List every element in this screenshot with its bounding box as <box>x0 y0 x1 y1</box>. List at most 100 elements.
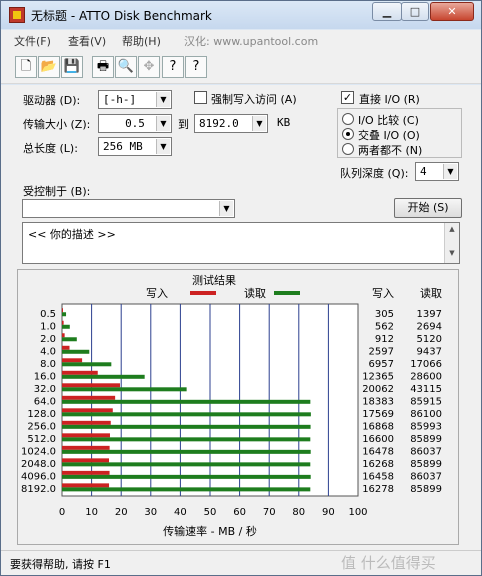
print-preview-icon[interactable]: 🔍 <box>115 56 137 78</box>
write-bar <box>62 433 110 438</box>
read-bar <box>62 437 311 442</box>
category-label: 8192.0 <box>21 484 56 495</box>
open-folder-icon[interactable]: 📂 <box>38 56 60 78</box>
read-value: 85915 <box>410 396 442 407</box>
io-compare-radio[interactable] <box>342 113 354 125</box>
transfer-to-select[interactable]: 8192.0 ▼ <box>194 114 268 133</box>
write-value: 16478 <box>362 446 394 457</box>
write-bar <box>62 420 111 425</box>
read-bar <box>62 362 112 367</box>
read-value: 17066 <box>410 359 442 370</box>
transfer-size-label: 传输大小 (Z): <box>23 118 91 131</box>
read-value: 1397 <box>417 309 442 320</box>
read-bar <box>62 374 145 379</box>
write-bar <box>62 408 113 413</box>
direct-io-label: 直接 I/O (R) <box>359 93 420 106</box>
menu-bar: 文件(F) 查看(V) 帮助(H) 汉化: www.upantool.com <box>1 30 481 50</box>
read-bar <box>62 412 311 417</box>
write-value: 912 <box>375 334 394 345</box>
transfer-unit: KB <box>277 116 291 129</box>
write-value: 2597 <box>369 346 394 357</box>
force-write-checkbox[interactable] <box>194 91 207 104</box>
main-panel: 驱动器 (D): [-h-] ▼ 强制写入访问 (A) 传输大小 (Z): 0.… <box>1 85 481 550</box>
read-value: 85899 <box>410 459 442 470</box>
write-bar <box>62 345 70 350</box>
write-bar <box>62 383 120 388</box>
menu-file[interactable]: 文件(F) <box>14 33 51 49</box>
status-text: 要获得帮助, 请按 F1 <box>10 558 111 571</box>
drive-select[interactable]: [-h-] ▼ <box>98 90 172 109</box>
legend-read-swatch <box>274 291 300 295</box>
category-label: 32.0 <box>34 384 56 395</box>
window-title: 无标题 - ATTO Disk Benchmark <box>31 9 212 23</box>
menu-view[interactable]: 查看(V) <box>68 33 106 49</box>
io-mode-group: I/O 比较 (C) 交叠 I/O (O) 两者都不 (N) <box>337 108 462 158</box>
menu-localized-url[interactable]: 汉化: www.upantool.com <box>184 33 318 49</box>
description-text: << 你的描述 >> <box>28 228 116 241</box>
transfer-from-select[interactable]: 0.5 ▼ <box>98 114 172 133</box>
description-field[interactable]: << 你的描述 >> ▲ ▼ <box>22 222 460 264</box>
chevron-down-icon: ▼ <box>156 116 170 131</box>
description-scrollbar[interactable]: ▲ ▼ <box>444 223 459 263</box>
context-help-icon[interactable]: ? <box>185 56 207 78</box>
read-bar <box>62 487 311 492</box>
write-bar <box>62 483 110 488</box>
save-icon[interactable]: 💾 <box>61 56 83 78</box>
category-label: 16.0 <box>34 371 56 382</box>
direct-io-checkbox[interactable]: ✓ <box>341 91 354 104</box>
total-length-label: 总长度 (L): <box>23 142 78 155</box>
title-bar[interactable]: 无标题 - ATTO Disk Benchmark ▁ □ ✕ <box>1 1 481 29</box>
read-bar <box>62 312 67 317</box>
neither-label: 两者都不 (N) <box>358 144 423 157</box>
category-label: 4.0 <box>40 346 56 357</box>
controlled-by-select[interactable]: ▼ <box>22 199 235 218</box>
read-value: 28600 <box>410 371 442 382</box>
app-icon <box>9 7 25 23</box>
check-icon: ✓ <box>342 91 353 104</box>
read-bar <box>62 449 311 454</box>
toolbar: 🗋 📂 💾 🖶 🔍 ✥ ? ? <box>1 50 481 84</box>
read-value: 43115 <box>410 384 442 395</box>
move-icon[interactable]: ✥ <box>138 56 160 78</box>
write-bar <box>62 358 83 363</box>
x-tick-label: 0 <box>59 507 65 518</box>
results-title: 测试结果 <box>192 274 236 287</box>
x-tick-label: 80 <box>292 507 305 518</box>
category-label: 256.0 <box>27 421 56 432</box>
queue-depth-select[interactable]: 4 ▼ <box>415 162 459 181</box>
category-label: 1024.0 <box>21 446 56 457</box>
queue-depth-value: 4 <box>420 165 427 178</box>
new-file-icon[interactable]: 🗋 <box>15 56 37 78</box>
category-label: 64.0 <box>34 396 56 407</box>
write-value: 16458 <box>362 471 394 482</box>
close-button[interactable]: ✕ <box>430 2 474 21</box>
results-panel: 测试结果 写入 读取 写入 读取 0.5 1.0 2.0 4.0 8.0 16.0 32.0… <box>17 269 459 545</box>
write-bar <box>62 445 110 450</box>
print-icon[interactable]: 🖶 <box>92 56 114 78</box>
x-tick-label: 100 <box>348 507 367 518</box>
write-bar <box>62 308 63 313</box>
total-length-value: 256 MB <box>103 140 143 153</box>
category-label: 2048.0 <box>21 459 56 470</box>
neither-radio[interactable] <box>342 143 354 155</box>
read-value: 2694 <box>417 321 442 332</box>
minimize-button[interactable]: ▁ <box>372 2 402 21</box>
menu-help[interactable]: 帮助(H) <box>122 33 161 49</box>
drive-label: 驱动器 (D): <box>23 94 81 107</box>
overlapped-io-radio[interactable] <box>342 128 354 140</box>
help-icon[interactable]: ? <box>162 56 184 78</box>
transfer-to-label: 到 <box>178 118 189 131</box>
total-length-select[interactable]: 256 MB ▼ <box>98 137 172 156</box>
start-button[interactable]: 开始 (S) <box>394 198 462 218</box>
chevron-down-icon: ▼ <box>443 164 457 179</box>
write-value: 12365 <box>362 371 394 382</box>
category-label: 1.0 <box>40 321 56 332</box>
maximize-button[interactable]: □ <box>401 2 429 21</box>
legend-write-label: 写入 <box>146 287 168 300</box>
write-value: 16868 <box>362 421 394 432</box>
app-window: 无标题 - ATTO Disk Benchmark ▁ □ ✕ 文件(F) 查看… <box>0 0 482 576</box>
read-column-header: 读取 <box>420 286 442 300</box>
x-tick-label: 70 <box>263 507 276 518</box>
write-value: 16600 <box>362 434 394 445</box>
write-value: 305 <box>375 309 394 320</box>
